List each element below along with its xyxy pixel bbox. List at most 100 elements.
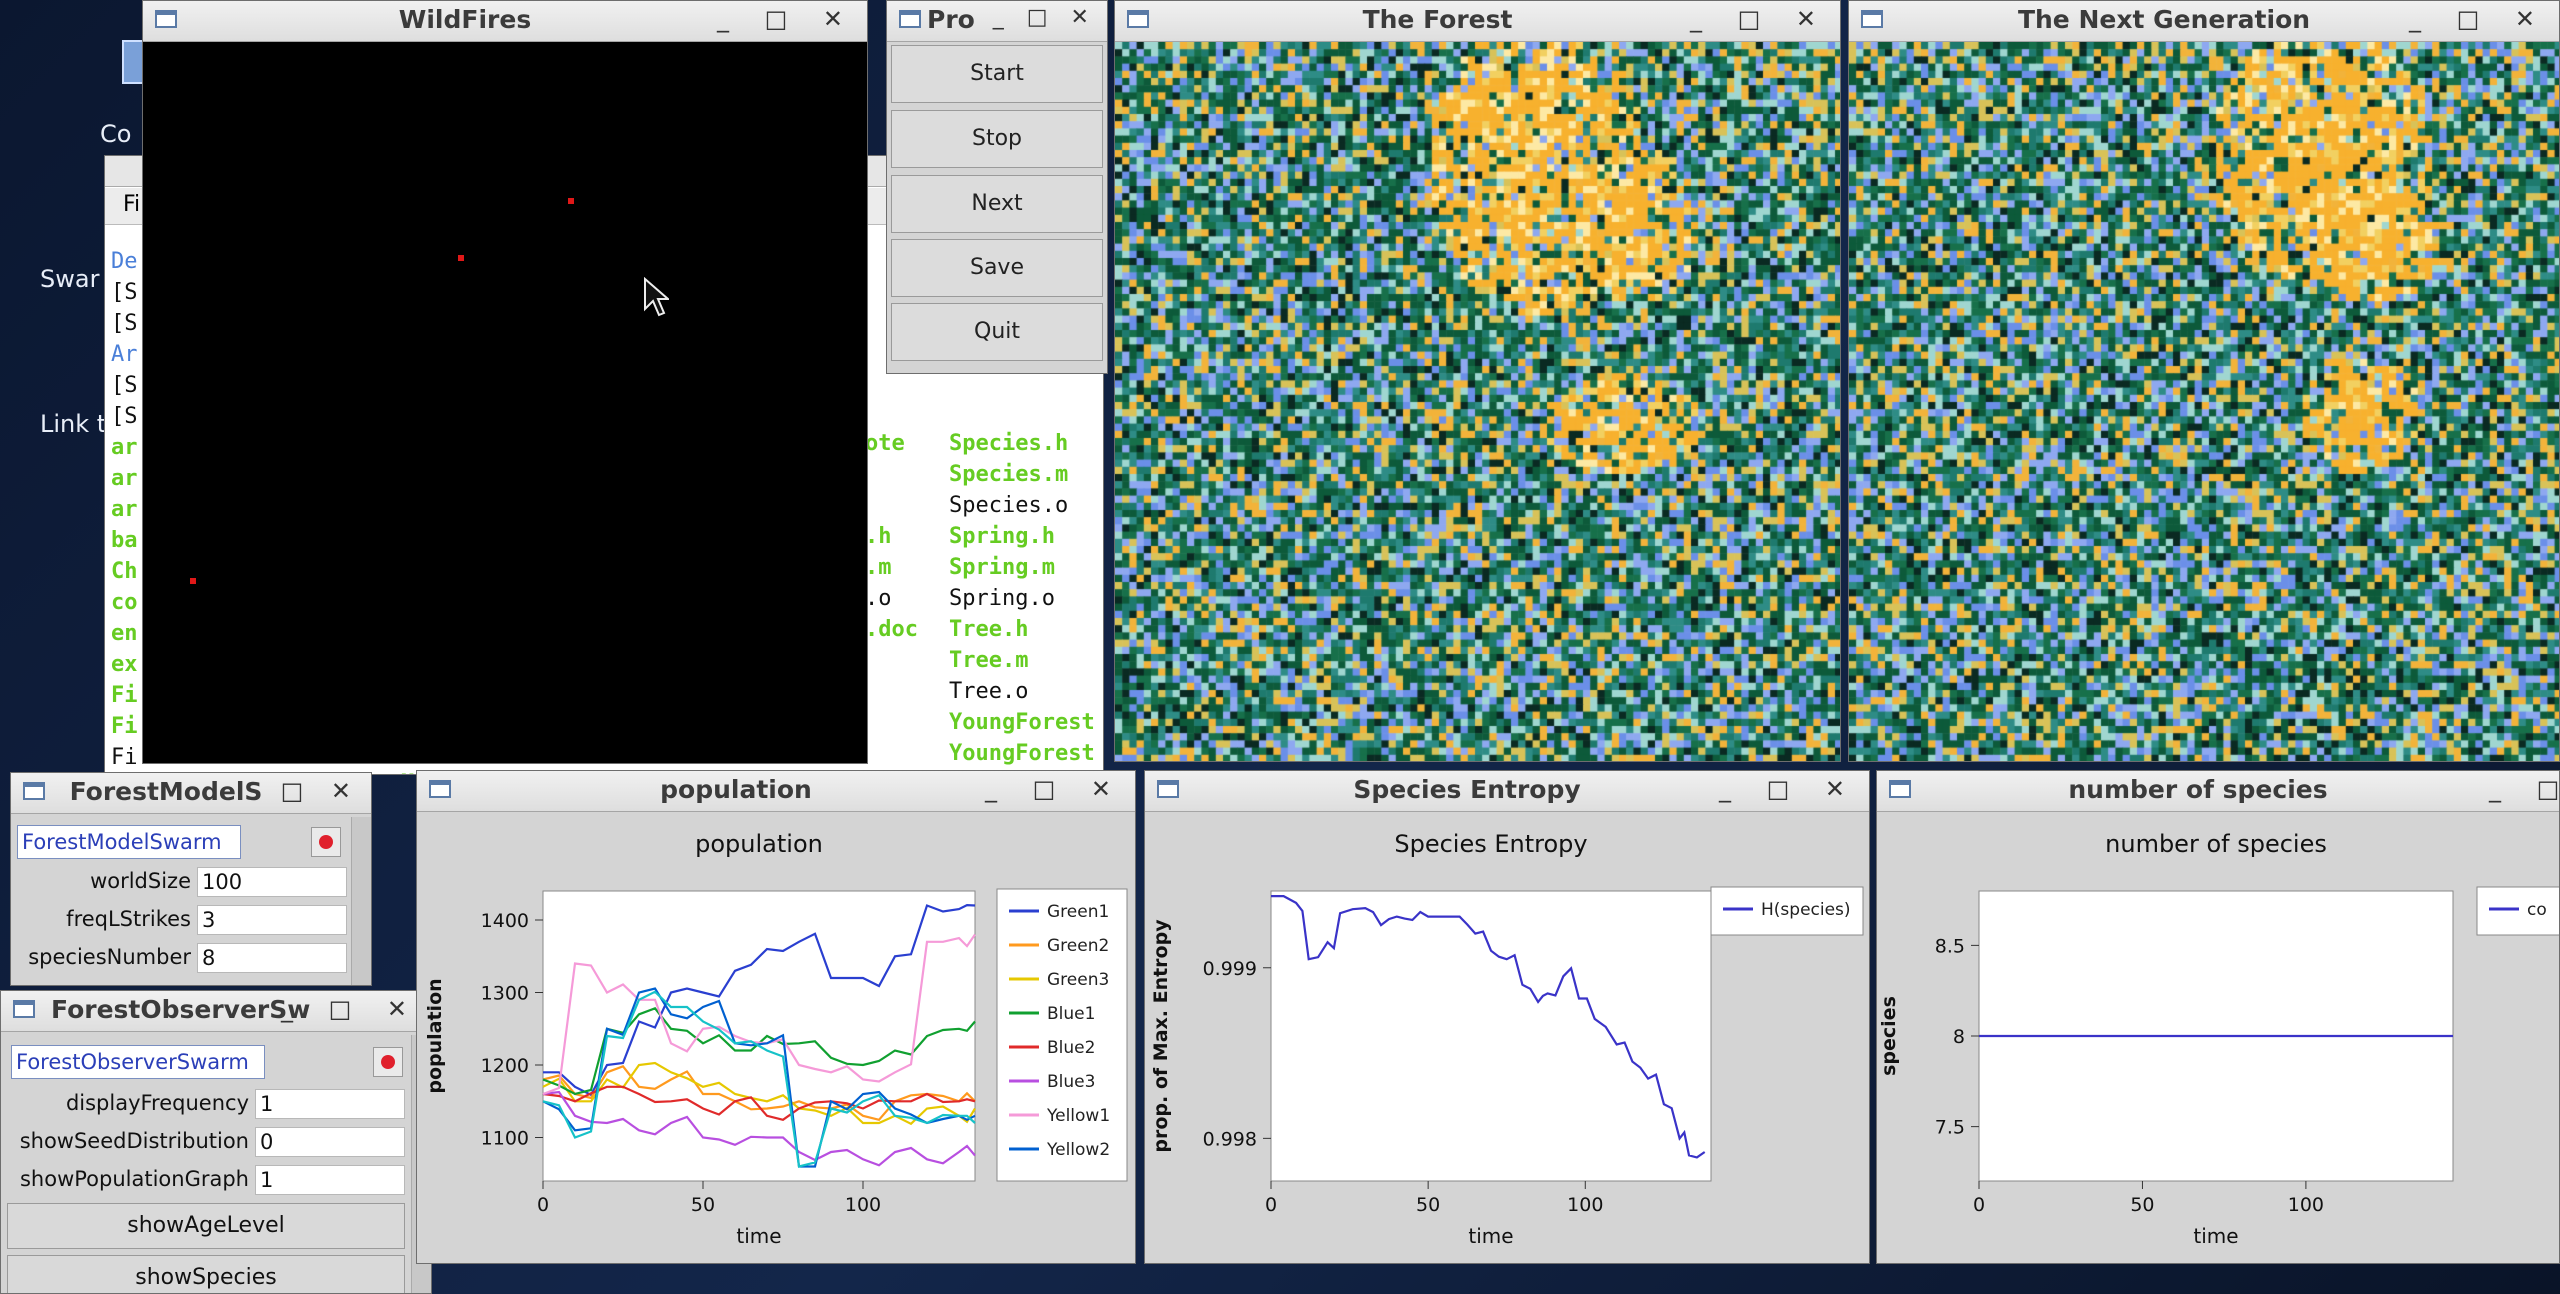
freqlstrikes-field[interactable]: 3 xyxy=(197,905,347,935)
next-generation-titlebar[interactable]: The Next Generation _ □ ✕ xyxy=(1849,1,2559,42)
model-swarm-window[interactable]: ForestModelS □ ✕ ForestModelSwarm worldS… xyxy=(10,772,372,986)
param-label: showPopulationGraph xyxy=(19,1167,249,1191)
worldsize-field[interactable]: 100 xyxy=(197,867,347,897)
x-tick-label: 0 xyxy=(1265,1194,1277,1216)
window-controls[interactable]: _ □ ✕ xyxy=(281,995,421,1023)
quit-button[interactable]: Quit xyxy=(891,303,1103,361)
x-axis-label: time xyxy=(736,1224,781,1248)
terminal-line: co xyxy=(111,590,138,615)
wildfires-window[interactable]: WildFires _ □ ✕ xyxy=(142,0,868,764)
wildfires-canvas[interactable] xyxy=(143,42,867,763)
legend-label: Blue1 xyxy=(1047,1004,1095,1024)
window-controls[interactable]: _ □ ✕ xyxy=(717,5,857,33)
terminal-line: [S xyxy=(111,404,138,429)
terminal-line: .m xyxy=(865,555,892,580)
model-swarm-button[interactable]: ForestModelSwarm xyxy=(17,825,241,859)
y-tick-label: 1400 xyxy=(481,910,529,932)
population-graph-area: population 0 50 100 1100 1200 1300 1400 time popu… xyxy=(417,812,1135,1263)
observer-swarm-close-icon[interactable] xyxy=(373,1047,403,1077)
desktop-icon-label-swarm[interactable]: Swar xyxy=(40,265,99,293)
y-tick-label: 8 xyxy=(1953,1026,1965,1048)
model-swarm-scrollbar[interactable] xyxy=(351,817,371,985)
next-button[interactable]: Next xyxy=(891,175,1103,233)
legend-box xyxy=(2476,886,2559,936)
species-count-window-title: number of species xyxy=(2068,775,2328,804)
terminal-line: ar xyxy=(111,435,138,460)
terminal-line: ar xyxy=(111,497,138,522)
terminal-output-bottom: MMMM xyxy=(401,768,414,774)
window-controls[interactable]: _ □ ✕ xyxy=(985,775,1125,803)
forest-titlebar[interactable]: The Forest _ □ ✕ xyxy=(1115,1,1840,42)
observer-swarm-titlebar[interactable]: ForestObserverSwa _ □ ✕ xyxy=(1,991,431,1032)
chart-title: population xyxy=(695,830,823,858)
legend-label: Blue2 xyxy=(1047,1038,1095,1058)
forest-raster-area[interactable] xyxy=(1115,42,1840,761)
observer-swarm-button[interactable]: ForestObserverSwarm xyxy=(11,1045,265,1079)
window-icon xyxy=(899,10,921,28)
x-tick-label: 50 xyxy=(1416,1194,1440,1216)
y-axis-label: population xyxy=(424,978,446,1093)
displayfrequency-field[interactable]: 1 xyxy=(255,1089,405,1119)
terminal-menu-file[interactable]: Fi xyxy=(123,192,140,217)
entropy-titlebar[interactable]: Species Entropy _ □ ✕ xyxy=(1145,771,1869,812)
speciesnumber-field[interactable]: 8 xyxy=(197,943,347,973)
fire-cell xyxy=(190,578,196,584)
forest-title: The Forest xyxy=(1362,5,1513,34)
population-titlebar[interactable]: population _ □ ✕ xyxy=(417,771,1135,812)
window-icon xyxy=(1157,780,1179,798)
y-tick-label: 1200 xyxy=(481,1055,529,1077)
window-controls[interactable]: _ □ ✕ xyxy=(2489,775,2559,803)
window-controls[interactable]: _ □ ✕ xyxy=(993,5,1097,30)
window-icon xyxy=(23,782,45,800)
probe-window[interactable]: Pro _ □ ✕ Start Stop Next Save Quit xyxy=(886,0,1108,374)
window-controls[interactable]: _ □ ✕ xyxy=(1719,775,1859,803)
showpopulationgraph-field[interactable]: 1 xyxy=(255,1165,405,1195)
model-swarm-title: ForestModelS xyxy=(69,777,263,806)
window-controls[interactable]: □ ✕ xyxy=(281,777,361,805)
show-species-button[interactable]: showSpecies xyxy=(7,1255,405,1293)
legend-label: Yellow2 xyxy=(1046,1140,1110,1160)
param-label: speciesNumber xyxy=(28,945,191,969)
wildfires-titlebar[interactable]: WildFires _ □ ✕ xyxy=(143,1,867,42)
terminal-line: ote xyxy=(865,431,905,456)
terminal-line: Spring.m xyxy=(949,555,1055,580)
wildfires-title: WildFires xyxy=(398,5,532,34)
next-generation-window[interactable]: The Next Generation _ □ ✕ xyxy=(1848,0,2560,762)
save-button[interactable]: Save xyxy=(891,239,1103,297)
x-axis-label: time xyxy=(1468,1224,1513,1248)
desktop-icon-label-link[interactable]: Link t xyxy=(40,410,106,438)
showseeddistribution-field[interactable]: 0 xyxy=(255,1127,405,1157)
x-tick-label: 0 xyxy=(537,1194,549,1216)
window-icon xyxy=(429,780,451,798)
terminal-line: Spring.o xyxy=(949,586,1055,611)
terminal-line: De xyxy=(111,249,138,274)
show-age-level-button[interactable]: showAgeLevel xyxy=(7,1203,405,1249)
param-label: worldSize xyxy=(90,869,191,893)
terminal-line: ba xyxy=(111,528,138,553)
start-button[interactable]: Start xyxy=(891,45,1103,103)
terminal-line: [S xyxy=(111,280,138,305)
entropy-window[interactable]: Species Entropy _ □ ✕ Species Entropy 0 50… xyxy=(1144,770,1870,1264)
window-icon xyxy=(155,10,177,28)
window-icon xyxy=(1889,780,1911,798)
terminal-line: Fi xyxy=(111,714,138,739)
x-tick-label: 100 xyxy=(1567,1194,1603,1216)
desktop-icon-label-computer[interactable]: Co xyxy=(100,120,131,148)
x-tick-label: 100 xyxy=(2288,1194,2324,1216)
probe-titlebar[interactable]: Pro _ □ ✕ xyxy=(887,1,1107,42)
population-window[interactable]: population _ □ ✕ population 0 50 100 1100 120… xyxy=(416,770,1136,1264)
species-count-window[interactable]: number of species _ □ ✕ number of specie… xyxy=(1876,770,2560,1264)
species-count-titlebar[interactable]: number of species _ □ ✕ xyxy=(1877,771,2559,812)
legend-label: Green2 xyxy=(1047,936,1109,956)
forest-window[interactable]: The Forest _ □ ✕ xyxy=(1114,0,1841,762)
terminal-line: ar xyxy=(111,466,138,491)
observer-swarm-window[interactable]: ForestObserverSwa _ □ ✕ ForestObserverSw… xyxy=(0,990,432,1294)
terminal-line: Ar xyxy=(111,342,138,367)
window-controls[interactable]: _ □ ✕ xyxy=(1690,5,1830,33)
model-swarm-close-icon[interactable] xyxy=(311,827,341,857)
terminal-line: Ch xyxy=(111,559,138,584)
window-controls[interactable]: _ □ ✕ xyxy=(2409,5,2549,33)
next-generation-raster-area[interactable] xyxy=(1849,42,2559,761)
model-swarm-titlebar[interactable]: ForestModelS □ ✕ xyxy=(11,773,371,814)
stop-button[interactable]: Stop xyxy=(891,110,1103,168)
